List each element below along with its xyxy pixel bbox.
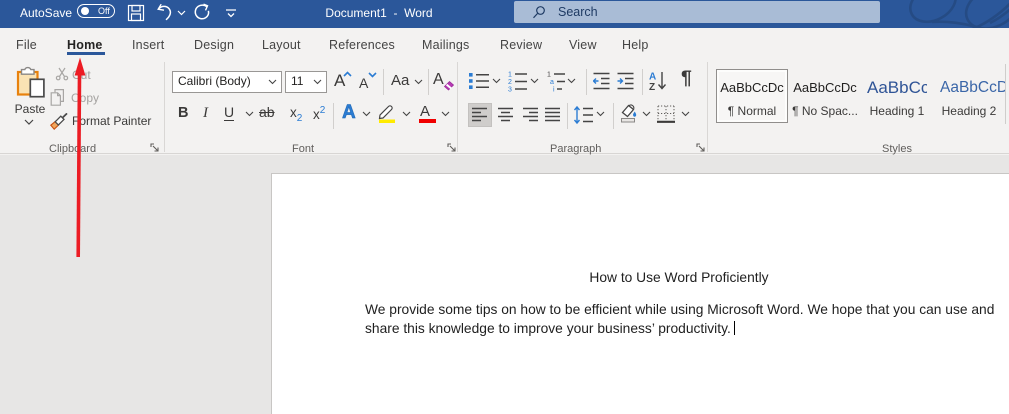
svg-text:1: 1 (508, 72, 512, 79)
svg-text:a: a (550, 79, 554, 86)
svg-text:i: i (553, 87, 555, 93)
svg-text:3: 3 (508, 87, 512, 93)
svg-text:1: 1 (547, 72, 551, 79)
svg-text:2: 2 (508, 79, 512, 86)
svg-text:A: A (649, 72, 656, 83)
svg-text:Z: Z (649, 82, 655, 91)
